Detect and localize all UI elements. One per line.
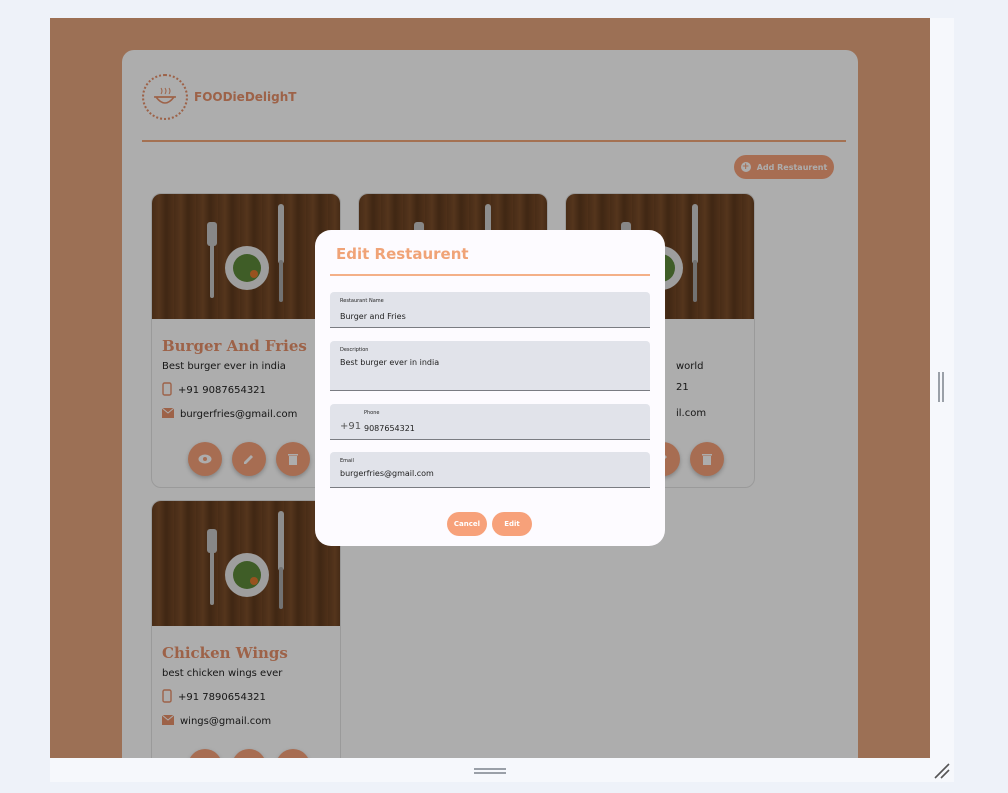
email-field[interactable]: Email burgerfries@gmail.com [330, 452, 650, 488]
description-field[interactable]: Description Best burger ever in india [330, 341, 650, 391]
field-label: Phone [364, 410, 380, 416]
dialog-divider [330, 274, 650, 276]
dialog-title: Edit Restaurent [336, 245, 469, 263]
horizontal-resize-grip[interactable] [474, 768, 506, 774]
vertical-resize-grip[interactable] [938, 372, 944, 402]
field-label: Email [340, 458, 354, 464]
phone-prefix: +91 [340, 421, 362, 432]
field-label: Restaurant Name [340, 298, 384, 304]
edit-restaurant-dialog: Edit Restaurent Restaurant Name Burger a… [315, 230, 665, 546]
field-value: burgerfries@gmail.com [340, 469, 434, 478]
edit-button[interactable]: Edit [492, 512, 532, 536]
restaurant-name-field[interactable]: Restaurant Name Burger and Fries [330, 292, 650, 328]
field-value: Burger and Fries [340, 312, 406, 321]
field-value: 9087654321 [364, 424, 415, 433]
resize-corner-icon[interactable] [933, 762, 951, 780]
phone-field[interactable]: Phone +91 9087654321 [330, 404, 650, 440]
field-value: Best burger ever in india [340, 358, 440, 367]
cancel-button[interactable]: Cancel [447, 512, 487, 536]
field-label: Description [340, 347, 369, 353]
